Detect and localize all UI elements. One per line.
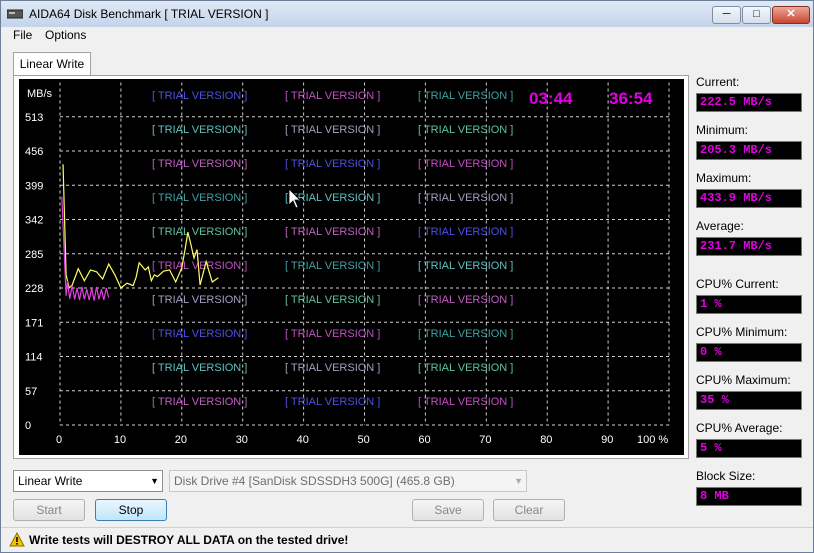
status-bar: Write tests will DESTROY ALL DATA on the…: [1, 527, 813, 552]
trial-watermark: [ TRIAL VERSION ]: [285, 328, 380, 340]
dropdown-arrow-icon: ▼: [514, 476, 523, 486]
x-tick-label: 40: [297, 434, 309, 446]
x-tick-label: 80: [540, 434, 552, 446]
remaining-time: 36:54: [609, 89, 653, 108]
current-value: 222.5 MB/s: [696, 93, 802, 112]
x-axis-ticks: 0 10 20 30 40 50 60 70 80 90 100 %: [56, 434, 668, 446]
trial-watermark: [ TRIAL VERSION ]: [152, 90, 247, 102]
y-tick-label: 513: [25, 112, 43, 124]
x-tick-label: 90: [601, 434, 613, 446]
trial-watermark: [ TRIAL VERSION ]: [418, 362, 513, 374]
cpu-maximum-label: CPU% Maximum:: [696, 373, 791, 387]
y-tick-label: 57: [25, 386, 37, 398]
trial-watermark: [ TRIAL VERSION ]: [285, 124, 380, 136]
window-title: AIDA64 Disk Benchmark [ TRIAL VERSION ]: [29, 7, 269, 21]
y-tick-label: 114: [25, 352, 43, 364]
trial-watermark: [ TRIAL VERSION ]: [285, 294, 380, 306]
trial-watermark: [ TRIAL VERSION ]: [418, 124, 513, 136]
trial-watermark: [ TRIAL VERSION ]: [152, 158, 247, 170]
warning-text: Write tests will DESTROY ALL DATA on the…: [29, 533, 349, 547]
save-button[interactable]: Save: [412, 499, 484, 521]
start-button[interactable]: Start: [13, 499, 85, 521]
cpu-average-value: 5 %: [696, 439, 802, 458]
average-value: 231.7 MB/s: [696, 237, 802, 256]
title-bar[interactable]: AIDA64 Disk Benchmark [ TRIAL VERSION ] …: [1, 1, 813, 27]
x-tick-label: 60: [418, 434, 430, 446]
trial-watermark: [ TRIAL VERSION ]: [418, 260, 513, 272]
x-tick-label: 70: [479, 434, 491, 446]
trial-watermark: [ TRIAL VERSION ]: [152, 294, 247, 306]
x-tick-label: 20: [175, 434, 187, 446]
benchmark-chart: [ TRIAL VERSION ] [ TRIAL VERSION ] [ TRIA…: [19, 79, 684, 455]
y-tick-label: 0: [25, 420, 31, 432]
cpu-minimum-value: 0 %: [696, 343, 802, 362]
average-label: Average:: [696, 219, 744, 233]
y-axis-ticks: 513 456 399 342 285 228 171 114 57 0: [25, 112, 43, 432]
test-mode-select[interactable]: Linear Write ▼: [13, 470, 163, 492]
test-mode-value: Linear Write: [18, 474, 83, 488]
trial-watermark: [ TRIAL VERSION ]: [152, 396, 247, 408]
block-size-label: Block Size:: [696, 469, 756, 483]
elapsed-time: 03:44: [529, 89, 573, 108]
trial-watermark: [ TRIAL VERSION ]: [418, 328, 513, 340]
x-tick-label: 50: [358, 434, 370, 446]
trial-watermark: [ TRIAL VERSION ]: [285, 260, 380, 272]
benchmark-window: AIDA64 Disk Benchmark [ TRIAL VERSION ] …: [0, 0, 814, 553]
y-tick-label: 171: [25, 317, 43, 329]
trial-watermark: [ TRIAL VERSION ]: [418, 294, 513, 306]
x-tick-label: 10: [114, 434, 126, 446]
tab-linear-write[interactable]: Linear Write: [13, 52, 91, 76]
trial-watermark: [ TRIAL VERSION ]: [152, 328, 247, 340]
x-tick-label: 30: [236, 434, 248, 446]
cpu-current-value: 1 %: [696, 295, 802, 314]
cpu-current-label: CPU% Current:: [696, 277, 779, 291]
drive-value: Disk Drive #4 [SanDisk SDSSDH3 500G] (46…: [174, 474, 455, 488]
trial-watermark: [ TRIAL VERSION ]: [285, 362, 380, 374]
trial-watermark: [ TRIAL VERSION ]: [418, 192, 513, 204]
maximum-label: Maximum:: [696, 171, 752, 185]
trial-watermark: [ TRIAL VERSION ]: [285, 396, 380, 408]
y-axis-label: MB/s: [27, 88, 53, 100]
maximize-button[interactable]: □: [742, 6, 771, 24]
minimize-button[interactable]: ─: [712, 6, 741, 24]
trial-watermark: [ TRIAL VERSION ]: [418, 158, 513, 170]
trial-watermarks: [ TRIAL VERSION ] [ TRIAL VERSION ] [ TRIA…: [152, 90, 513, 408]
trial-watermark: [ TRIAL VERSION ]: [152, 362, 247, 374]
minimum-value: 205.3 MB/s: [696, 141, 802, 160]
clear-button[interactable]: Clear: [493, 499, 565, 521]
block-size-value: 8 MB: [696, 487, 802, 506]
trial-watermark: [ TRIAL VERSION ]: [418, 226, 513, 238]
x-tick-label: 100 %: [637, 434, 668, 446]
disk-app-icon: [7, 9, 23, 19]
warning-icon: [9, 532, 25, 547]
trial-watermark: [ TRIAL VERSION ]: [152, 124, 247, 136]
trial-watermark: [ TRIAL VERSION ]: [152, 226, 247, 238]
cpu-maximum-value: 35 %: [696, 391, 802, 410]
stop-button[interactable]: Stop: [95, 499, 167, 521]
trial-watermark: [ TRIAL VERSION ]: [285, 90, 380, 102]
close-button[interactable]: ✕: [772, 6, 810, 24]
y-tick-label: 399: [25, 180, 43, 192]
trial-watermark: [ TRIAL VERSION ]: [418, 396, 513, 408]
cpu-average-label: CPU% Average:: [696, 421, 783, 435]
maximum-value: 433.9 MB/s: [696, 189, 802, 208]
menu-file[interactable]: File: [13, 28, 32, 42]
menu-bar: File Options: [1, 27, 813, 45]
current-label: Current:: [696, 75, 740, 89]
trial-watermark: [ TRIAL VERSION ]: [285, 158, 380, 170]
x-tick-label: 0: [56, 434, 62, 446]
trial-watermark: [ TRIAL VERSION ]: [285, 192, 380, 204]
y-tick-label: 456: [25, 146, 43, 158]
trial-watermark: [ TRIAL VERSION ]: [418, 90, 513, 102]
menu-options[interactable]: Options: [45, 28, 86, 42]
dropdown-arrow-icon: ▼: [150, 476, 159, 486]
y-tick-label: 285: [25, 249, 43, 261]
y-tick-label: 228: [25, 283, 43, 295]
y-tick-label: 342: [25, 215, 43, 227]
cpu-minimum-label: CPU% Minimum:: [696, 325, 788, 339]
trial-watermark: [ TRIAL VERSION ]: [152, 192, 247, 204]
trial-watermark: [ TRIAL VERSION ]: [285, 226, 380, 238]
drive-select[interactable]: Disk Drive #4 [SanDisk SDSSDH3 500G] (46…: [169, 470, 527, 492]
minimum-label: Minimum:: [696, 123, 749, 137]
